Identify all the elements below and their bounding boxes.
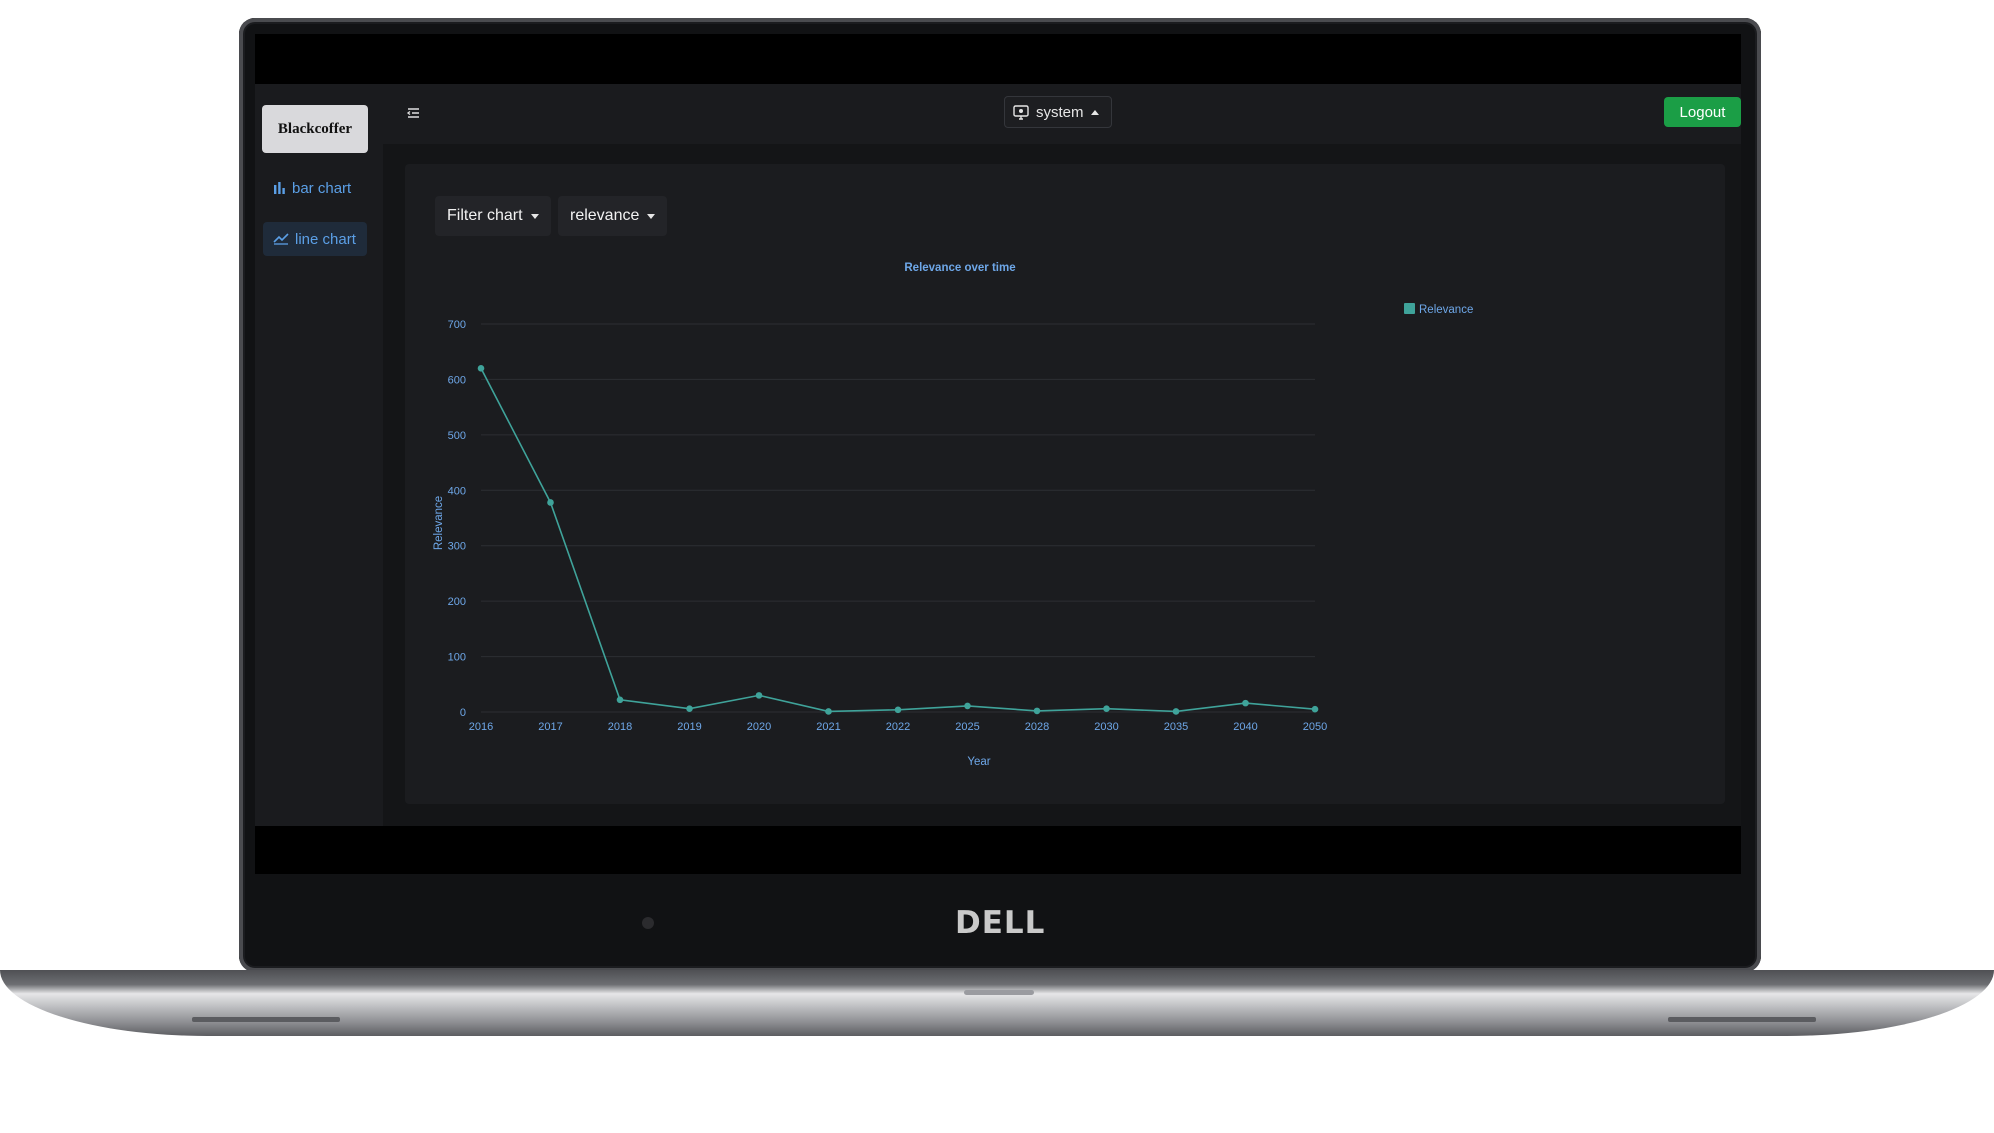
- y-tick-label: 0: [460, 707, 466, 719]
- y-axis-ticks: 0 100 200 300 400 500 600 700: [448, 319, 466, 719]
- dell-logo: DELL: [955, 905, 1046, 941]
- series-line-relevance: [480, 367, 1316, 713]
- data-point[interactable]: [894, 706, 902, 714]
- chart-title: Relevance over time: [904, 262, 1015, 274]
- x-tick-label: 2028: [1025, 721, 1049, 733]
- x-tick-label: 2019: [677, 721, 701, 733]
- chart-legend[interactable]: Relevance: [1404, 303, 1473, 316]
- app-window: Blackcoffer bar chart line chart system …: [255, 84, 1741, 826]
- y-tick-label: 200: [448, 596, 466, 608]
- data-point[interactable]: [1103, 705, 1110, 712]
- y-tick-label: 100: [448, 652, 466, 664]
- y-tick-label: 400: [448, 485, 466, 497]
- data-point[interactable]: [1242, 699, 1249, 707]
- speaker-vent-right: [1668, 1017, 1816, 1022]
- y-tick-label: 500: [448, 430, 466, 442]
- x-tick-label: 2020: [747, 721, 771, 733]
- data-point[interactable]: [755, 692, 763, 699]
- y-tick-label: 700: [448, 319, 466, 331]
- data-point[interactable]: [616, 696, 624, 704]
- y-tick-label: 300: [448, 541, 466, 553]
- y-tick-label: 600: [448, 374, 466, 386]
- x-tick-label: 2050: [1303, 721, 1327, 733]
- x-tick-label: 2021: [816, 721, 840, 733]
- x-tick-label: 2022: [886, 721, 910, 733]
- data-point[interactable]: [1033, 707, 1041, 715]
- data-point[interactable]: [1311, 705, 1319, 713]
- data-point[interactable]: [547, 499, 554, 506]
- line-chart: Relevance over time Relevance 0 100 200 300…: [433, 262, 1473, 768]
- legend-swatch: [1404, 303, 1415, 314]
- series-points: [477, 365, 1319, 715]
- webcam: [642, 917, 654, 929]
- x-tick-label: 2030: [1094, 721, 1118, 733]
- x-axis-label: Year: [967, 756, 990, 768]
- x-tick-label: 2017: [538, 721, 562, 733]
- x-tick-label: 2018: [608, 721, 632, 733]
- x-axis-ticks: 2016 2017 2018 2019 2020 2021 2022 2025 2028 2030…: [469, 721, 1327, 733]
- laptop-base: [0, 970, 1994, 1036]
- x-tick-label: 2025: [955, 721, 979, 733]
- data-point[interactable]: [477, 365, 485, 372]
- y-axis-label: Relevance: [433, 496, 445, 550]
- x-tick-label: 2040: [1233, 721, 1257, 733]
- chart-grid: [481, 323, 1315, 713]
- data-point[interactable]: [1172, 708, 1180, 715]
- x-tick-label: 2016: [469, 721, 493, 733]
- data-point[interactable]: [686, 705, 693, 712]
- x-tick-label: 2035: [1164, 721, 1188, 733]
- legend-label: Relevance: [1419, 304, 1473, 316]
- lid-notch: [964, 990, 1034, 995]
- data-point[interactable]: [825, 708, 832, 715]
- data-point[interactable]: [964, 702, 971, 710]
- speaker-vent-left: [192, 1017, 340, 1022]
